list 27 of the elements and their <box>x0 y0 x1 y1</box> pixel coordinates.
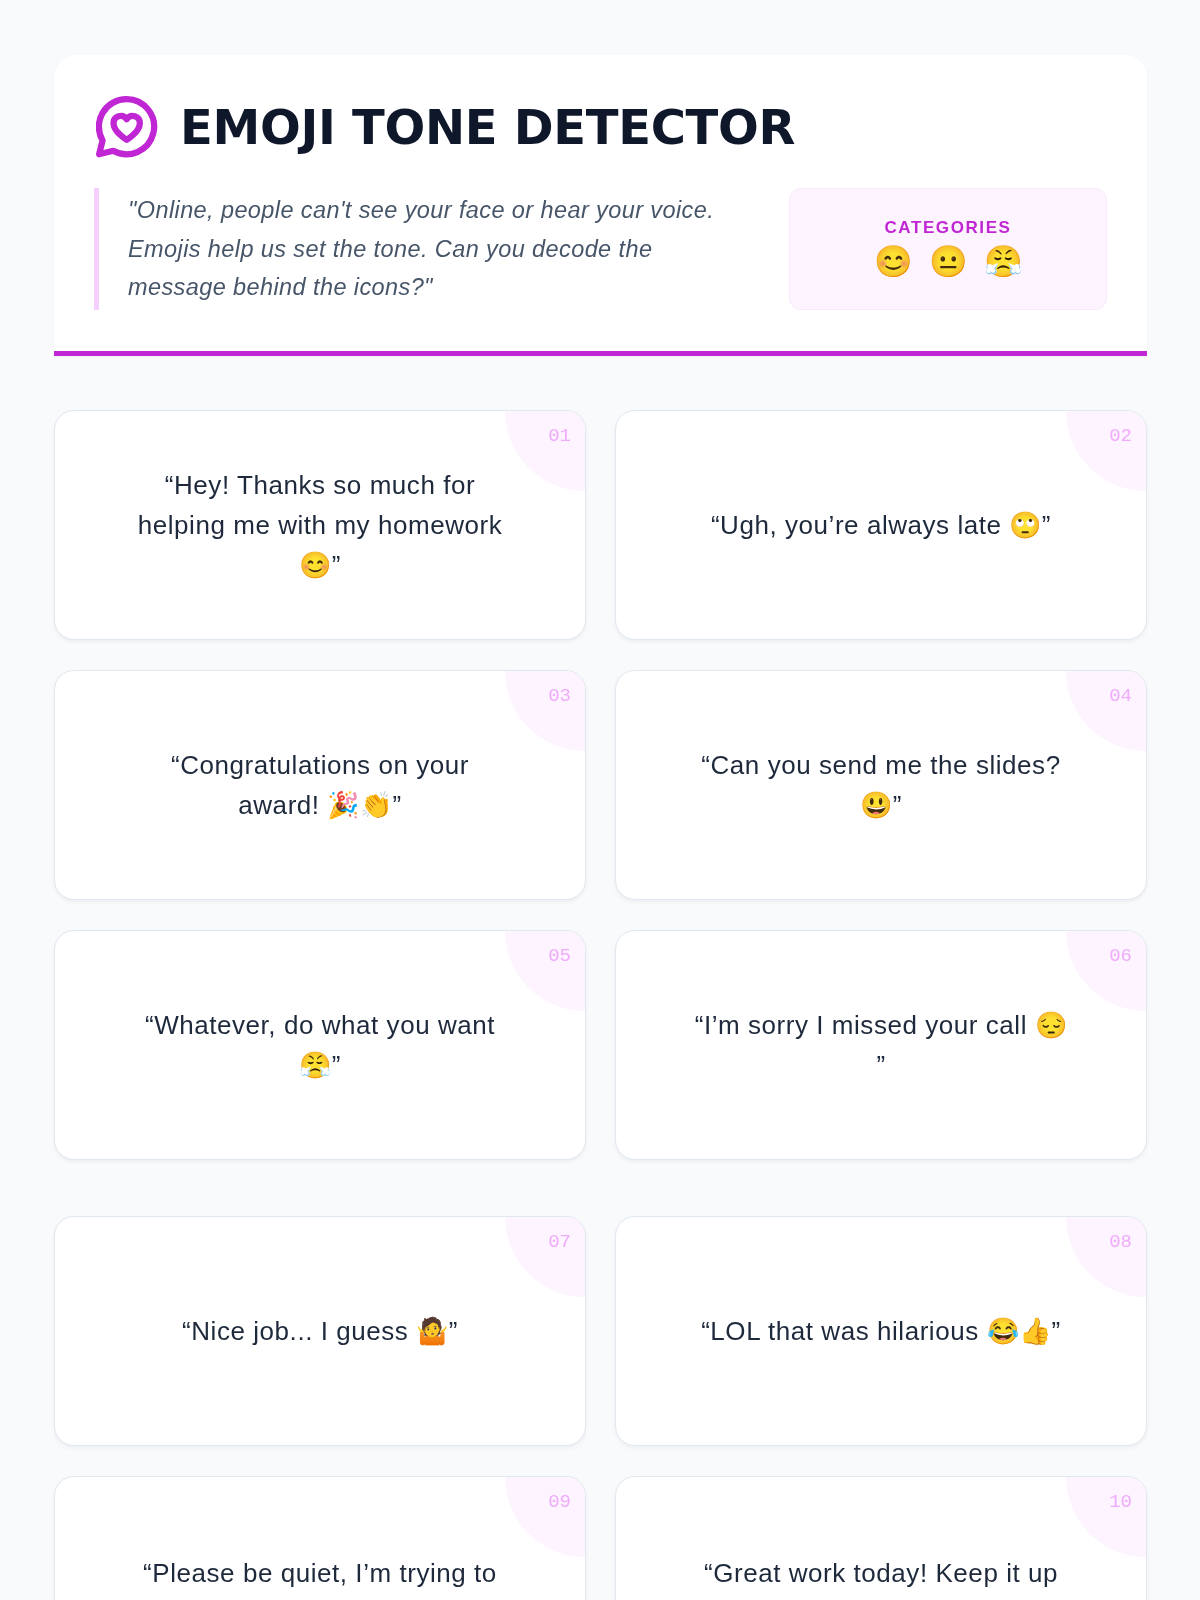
message-text: “Please be quiet, I’m trying to <box>143 1556 497 1590</box>
card-number: 03 <box>548 684 571 708</box>
category-emoji: 😊 <box>873 243 913 280</box>
card-number: 05 <box>548 944 571 968</box>
card-number: 09 <box>548 1490 571 1514</box>
category-emoji: 😐 <box>928 243 968 280</box>
message-text: “Congratulations on your award! 🎉👏” <box>170 748 470 822</box>
message-text: “Great work today! Keep it up <box>703 1556 1059 1590</box>
card-number: 04 <box>1109 684 1132 708</box>
category-emoji: 😤 <box>983 243 1023 280</box>
message-text: “I’m sorry I missed your call 😔 ” <box>694 1008 1068 1082</box>
card-number: 08 <box>1109 1230 1132 1254</box>
message-text: “Hey! Thanks so much for helping me with my homework 😊” <box>136 468 504 582</box>
intro-quote: "Online, people can't see your face or hear your voice. Emojis help us set the tone. Can you decode the message behind the icons?" <box>94 188 765 310</box>
app-title: EMOJI TONE DETECTOR <box>180 100 796 154</box>
card-number: 06 <box>1109 944 1132 968</box>
message-text: “Ugh, you’re always late 🙄” <box>710 508 1052 542</box>
message-text: “Whatever, do what you want 😤” <box>143 1008 497 1082</box>
categories-label: CATEGORIES <box>884 217 1012 238</box>
message-text: “LOL that was hilarious 😂👍” <box>701 1314 1061 1348</box>
card-number: 01 <box>548 424 571 448</box>
card-number: 07 <box>548 1230 571 1254</box>
message-text: “Nice job... I guess 🤷” <box>182 1314 458 1348</box>
message-text: “Can you send me the slides? 😃” <box>700 748 1062 822</box>
heart-chat-icon <box>96 96 158 158</box>
card-number: 10 <box>1109 1490 1132 1514</box>
card-number: 02 <box>1109 424 1132 448</box>
